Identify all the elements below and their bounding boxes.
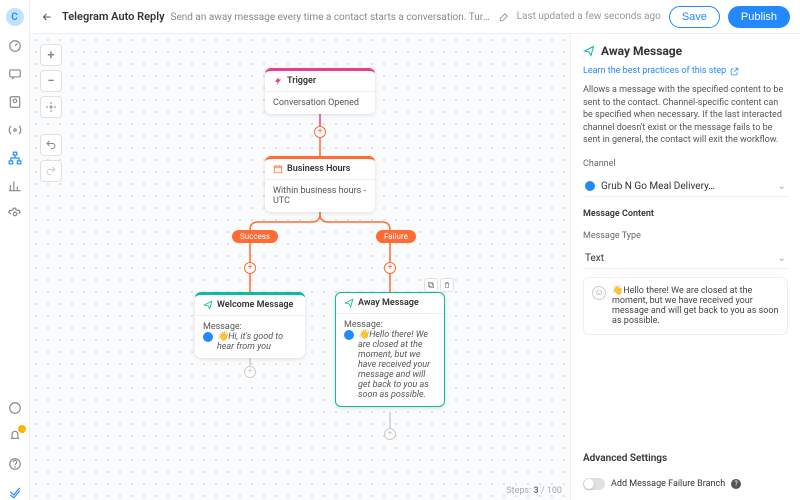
right-panel: Away Message Learn the best practices of… [570, 34, 800, 500]
contact-icon[interactable] [7, 94, 23, 110]
node-business-hours[interactable]: Business Hours Within business hours - U… [265, 156, 375, 212]
delete-button[interactable] [440, 278, 454, 292]
broadcast-icon[interactable] [7, 122, 23, 138]
add-step-button[interactable]: + [244, 366, 256, 378]
node-header: Away Message [336, 293, 444, 314]
workflow-title: Telegram Auto Reply [62, 10, 165, 23]
toggle-label: Add Message Failure Branch [611, 479, 725, 489]
node-title: Welcome Message [217, 300, 293, 310]
gauge-icon[interactable] [7, 38, 23, 54]
panel-title: Away Message [583, 44, 788, 58]
failure-branch-toggle[interactable] [583, 478, 605, 490]
node-body: Conversation Opened [265, 92, 375, 114]
channel-dot-icon [203, 332, 213, 342]
node-away-message[interactable]: Away Message Message: 👋Hello there! We a… [335, 292, 445, 407]
node-header: Business Hours [265, 159, 375, 180]
chevron-down-icon: ⌄ [778, 253, 786, 264]
help-icon[interactable]: ? [731, 479, 741, 489]
notify-icon[interactable] [7, 428, 23, 444]
node-title: Trigger [287, 76, 316, 86]
save-button[interactable]: Save [669, 6, 720, 28]
zoom-controls: + − [40, 44, 62, 118]
node-title: Away Message [358, 298, 419, 308]
node-body: Within business hours - UTC [265, 180, 375, 212]
node-welcome-message[interactable]: Welcome Message Message: 👋Hi, it's good … [195, 292, 305, 358]
left-rail: C [0, 0, 30, 500]
failure-branch-toggle-row: Add Message Failure Branch ? [583, 478, 788, 490]
workflow-canvas[interactable]: + − Trigger Conversation Opened + Busine… [30, 34, 570, 500]
panel-description: Allows a message with the specified cont… [583, 84, 788, 147]
node-header: Trigger [265, 71, 375, 92]
message-label: Message: [203, 322, 297, 332]
announce-icon[interactable] [7, 400, 23, 416]
external-link-icon [730, 67, 739, 76]
branch-success-pill: Success [232, 230, 278, 243]
node-toolbar [424, 278, 454, 292]
message-content-label: Message Content [583, 209, 788, 219]
zoom-in-button[interactable]: + [40, 44, 62, 66]
telegram-icon [585, 181, 595, 191]
best-practices-link[interactable]: Learn the best practices of this step [583, 66, 788, 76]
node-body: Message: 👋Hello there! We are closed at … [336, 314, 444, 406]
message-preview: 👋Hi, it's good to hear from you [217, 332, 297, 352]
message-preview: 👋Hello there! We are closed at the momen… [358, 330, 436, 400]
branch-failure-pill: Failure [376, 230, 416, 243]
node-header: Welcome Message [195, 295, 305, 316]
calendar-icon [273, 164, 283, 174]
send-icon [583, 45, 595, 57]
top-bar: Telegram Auto Reply Send an away message… [30, 0, 800, 34]
fit-button[interactable] [40, 96, 62, 118]
channel-label: Channel [583, 159, 788, 169]
add-step-button[interactable]: + [384, 262, 396, 274]
pencil-icon[interactable] [499, 12, 509, 22]
zoom-out-button[interactable]: − [40, 70, 62, 92]
brand-icon[interactable] [7, 484, 23, 500]
bolt-icon [273, 76, 283, 86]
back-arrow-icon[interactable] [40, 10, 54, 24]
emoji-picker-button[interactable]: ☺ [592, 286, 606, 300]
workspace-avatar[interactable]: C [6, 8, 24, 26]
node-body: Message: 👋Hi, it's good to hear from you [195, 316, 305, 358]
channel-value: Grub N Go Meal Delivery… [601, 181, 715, 192]
history-controls [40, 134, 62, 182]
channel-dropdown[interactable]: Grub N Go Meal Delivery… ⌄ [583, 177, 788, 197]
title-block: Telegram Auto Reply Send an away message… [62, 10, 491, 23]
add-step-button[interactable]: + [314, 126, 326, 138]
chevron-down-icon: ⌄ [778, 181, 786, 192]
steps-counter: Steps: 3 / 100 [506, 486, 562, 496]
workflow-icon[interactable] [7, 150, 23, 166]
message-type-dropdown[interactable]: Text ⌄ [583, 249, 788, 269]
message-label: Message: [344, 320, 436, 330]
last-updated-text: Last updated a few seconds ago [517, 11, 661, 22]
redo-button[interactable] [40, 160, 62, 182]
add-step-button[interactable]: + [384, 428, 396, 440]
duplicate-button[interactable] [424, 278, 438, 292]
send-icon [344, 298, 354, 308]
publish-button[interactable]: Publish [728, 6, 790, 28]
undo-button[interactable] [40, 134, 62, 156]
chat-icon[interactable] [7, 66, 23, 82]
message-type-label: Message Type [583, 231, 788, 241]
message-type-value: Text [585, 253, 604, 264]
channel-dot-icon [344, 330, 354, 340]
node-trigger[interactable]: Trigger Conversation Opened [265, 68, 375, 114]
reports-icon[interactable] [7, 178, 23, 194]
settings-icon[interactable] [7, 206, 23, 222]
node-title: Business Hours [287, 164, 350, 174]
message-body: 👋Hello there! We are closed at the momen… [612, 286, 779, 326]
advanced-settings-heading: Advanced Settings [583, 453, 788, 464]
send-icon [203, 300, 213, 310]
workflow-description: Send an away message every time a contac… [171, 12, 491, 23]
add-step-button[interactable]: + [244, 262, 256, 274]
help-icon[interactable] [7, 456, 23, 472]
message-content-input[interactable]: ☺ 👋Hello there! We are closed at the mom… [583, 277, 788, 335]
